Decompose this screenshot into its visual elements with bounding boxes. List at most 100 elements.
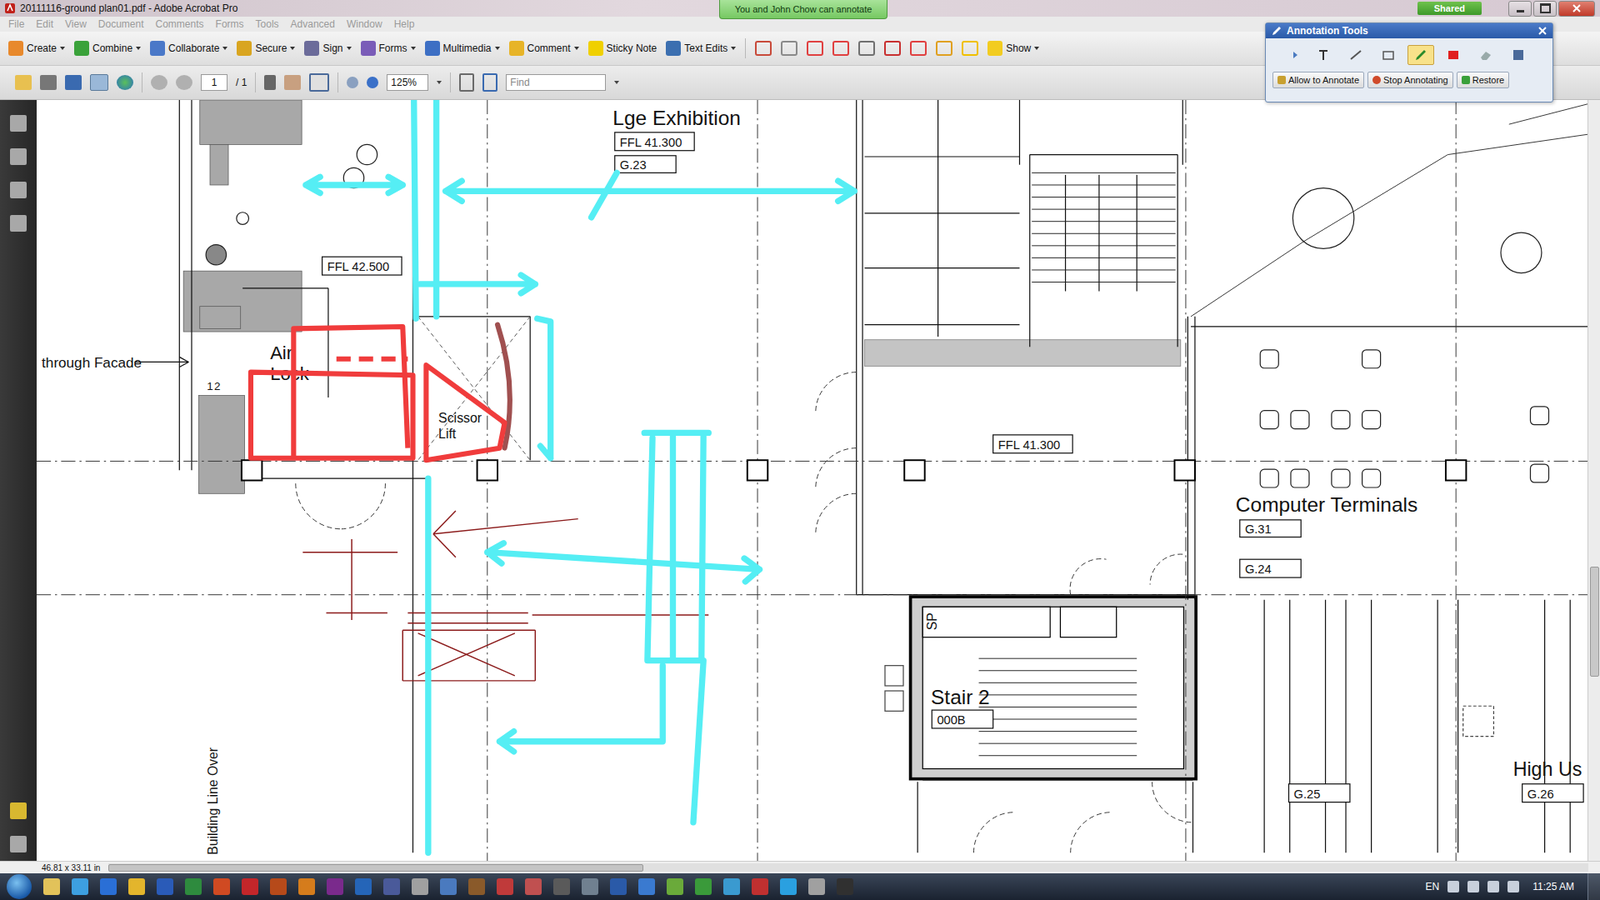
attachments-icon[interactable] bbox=[10, 835, 27, 853]
comment-tool-button[interactable] bbox=[755, 40, 772, 56]
taskbar-app[interactable] bbox=[355, 878, 372, 895]
find-dropdown-icon[interactable] bbox=[614, 80, 620, 85]
start-button[interactable] bbox=[6, 874, 32, 900]
fit-page-icon[interactable] bbox=[459, 73, 475, 92]
zoom-in-icon[interactable] bbox=[366, 76, 379, 89]
toolbar-button[interactable]: Sticky Note bbox=[588, 40, 658, 56]
toolbar-button[interactable]: Create bbox=[8, 40, 65, 56]
save-icon[interactable] bbox=[65, 75, 82, 90]
next-page-icon[interactable] bbox=[175, 75, 193, 90]
tray-icon[interactable] bbox=[1467, 880, 1480, 893]
taskbar-app[interactable] bbox=[808, 878, 825, 895]
toolbar-button[interactable]: Collaborate bbox=[150, 40, 228, 56]
annotation-tool[interactable] bbox=[1505, 45, 1532, 65]
comment-tool-button[interactable] bbox=[935, 40, 953, 56]
layers-icon[interactable] bbox=[10, 181, 27, 199]
taskbar-app[interactable] bbox=[723, 878, 740, 895]
zoom-out-icon[interactable] bbox=[346, 76, 359, 89]
zoom-field[interactable]: 125% bbox=[386, 74, 429, 91]
annotation-tool[interactable] bbox=[1472, 45, 1500, 65]
taskbar-app[interactable] bbox=[468, 878, 485, 895]
taskbar-app[interactable] bbox=[695, 878, 712, 895]
taskbar-app[interactable] bbox=[496, 878, 514, 895]
toolbar-button[interactable]: Comment bbox=[509, 40, 580, 56]
comment-tool-button[interactable] bbox=[832, 40, 850, 56]
toolbar-button[interactable]: Text Edits bbox=[665, 40, 736, 56]
comment-tool-button[interactable] bbox=[910, 40, 927, 56]
minimize-button[interactable] bbox=[1508, 0, 1532, 17]
comment-tool-button[interactable] bbox=[806, 40, 824, 56]
show-button[interactable]: Show bbox=[987, 40, 1040, 56]
menu-item[interactable]: Window bbox=[346, 18, 383, 30]
menu-item[interactable]: Edit bbox=[35, 18, 54, 30]
comments-icon[interactable] bbox=[10, 802, 27, 820]
taskbar-app[interactable] bbox=[100, 878, 117, 895]
taskbar-app[interactable] bbox=[610, 878, 627, 895]
page-field[interactable]: 1 bbox=[200, 74, 228, 91]
zoom-tool-icon[interactable] bbox=[309, 73, 330, 92]
annotation-button[interactable]: Allow to Annotate bbox=[1272, 71, 1365, 89]
taskbar-app[interactable] bbox=[71, 878, 89, 895]
volume-icon[interactable] bbox=[1507, 880, 1520, 893]
horizontal-scrollbar[interactable] bbox=[108, 863, 1589, 872]
taskbar-app[interactable] bbox=[638, 878, 655, 895]
taskbar-app[interactable] bbox=[666, 878, 684, 895]
comment-tool-button[interactable] bbox=[884, 40, 901, 56]
taskbar-app[interactable] bbox=[270, 878, 287, 895]
taskbar-app[interactable] bbox=[241, 878, 259, 895]
annotation-tool[interactable] bbox=[1277, 45, 1305, 65]
taskbar-app[interactable] bbox=[326, 878, 344, 895]
taskbar-app[interactable] bbox=[383, 878, 400, 895]
toolbar-button[interactable]: Secure bbox=[236, 40, 295, 56]
full-screen-icon[interactable] bbox=[482, 73, 498, 92]
toolbar-button[interactable]: Combine bbox=[74, 40, 141, 56]
open-icon[interactable] bbox=[15, 75, 32, 90]
toolbar-button[interactable]: Multimedia bbox=[425, 40, 500, 56]
taskbar-app[interactable] bbox=[751, 878, 769, 895]
previous-page-icon[interactable] bbox=[150, 75, 168, 90]
hand-tool-icon[interactable] bbox=[284, 75, 301, 90]
taskbar-app[interactable] bbox=[780, 878, 797, 895]
taskbar-app[interactable] bbox=[185, 878, 202, 895]
annotation-tools-panel[interactable]: Annotation ToolsAllow to AnnotateStop An… bbox=[1265, 22, 1554, 103]
email-icon[interactable] bbox=[90, 74, 109, 91]
taskbar-app[interactable] bbox=[836, 878, 854, 895]
scroll-thumb[interactable] bbox=[1590, 566, 1600, 677]
close-icon[interactable] bbox=[1537, 25, 1548, 36]
annotation-tool[interactable] bbox=[1440, 45, 1467, 65]
comment-tool-button[interactable] bbox=[858, 40, 875, 56]
menu-item[interactable]: View bbox=[65, 18, 87, 30]
tray-icon[interactable] bbox=[1447, 880, 1460, 893]
comment-tool-button[interactable] bbox=[780, 40, 798, 56]
menu-item[interactable]: Advanced bbox=[290, 18, 335, 30]
select-tool-icon[interactable] bbox=[264, 75, 276, 90]
annotation-tool[interactable] bbox=[1375, 45, 1402, 65]
print-icon[interactable] bbox=[40, 75, 57, 90]
menu-item[interactable]: Forms bbox=[215, 18, 245, 30]
taskbar-app[interactable] bbox=[411, 878, 429, 895]
menu-item[interactable]: Document bbox=[98, 18, 145, 30]
language-indicator[interactable]: EN bbox=[1425, 880, 1440, 893]
annotation-tool[interactable] bbox=[1407, 45, 1435, 65]
menu-item[interactable]: Comments bbox=[155, 18, 205, 30]
taskbar-app[interactable] bbox=[440, 878, 457, 895]
taskbar-app[interactable] bbox=[581, 878, 599, 895]
toolbar-button[interactable]: Forms bbox=[360, 40, 416, 56]
annotation-button[interactable]: Restore bbox=[1456, 71, 1510, 89]
taskbar-app[interactable] bbox=[213, 878, 230, 895]
pages-icon[interactable] bbox=[10, 115, 27, 132]
menu-item[interactable]: Help bbox=[394, 18, 415, 30]
zoom-dropdown-icon[interactable] bbox=[436, 80, 442, 85]
vertical-scrollbar[interactable] bbox=[1587, 100, 1600, 861]
taskbar-app[interactable] bbox=[298, 878, 315, 895]
taskbar-app[interactable] bbox=[128, 878, 145, 895]
network-icon[interactable] bbox=[1487, 880, 1500, 893]
annotation-tool[interactable] bbox=[1310, 45, 1337, 65]
document-view[interactable]: Lge ExhibitionFFL 41.300G.23FFL 42.500Ai… bbox=[36, 100, 1588, 861]
globe-icon[interactable] bbox=[116, 75, 134, 90]
menu-item[interactable]: Tools bbox=[255, 18, 280, 30]
toolbar-button[interactable]: Sign bbox=[304, 40, 351, 56]
bookmarks-icon[interactable] bbox=[10, 148, 27, 165]
close-button[interactable] bbox=[1558, 0, 1595, 17]
annotation-button[interactable]: Stop Annotating bbox=[1367, 71, 1454, 89]
